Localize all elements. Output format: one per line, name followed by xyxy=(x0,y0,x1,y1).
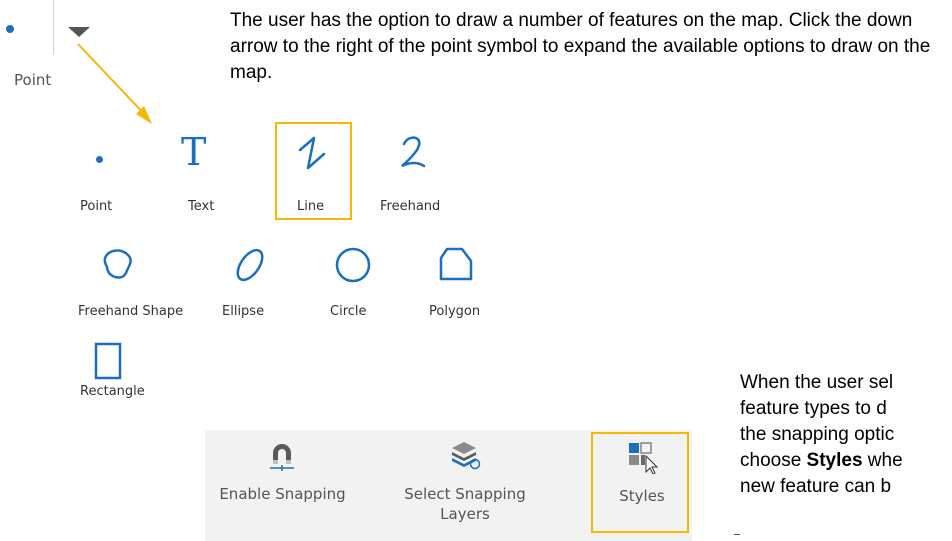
point-icon xyxy=(96,156,103,163)
tool-ellipse[interactable]: Ellipse xyxy=(220,245,290,325)
circle-icon xyxy=(333,245,373,285)
note-line: choose Styles whe xyxy=(740,448,952,474)
rectangle-icon xyxy=(94,342,122,380)
note-line: new feature can b xyxy=(740,476,892,497)
note-line: When the user sel xyxy=(740,372,894,393)
polygon-icon xyxy=(438,246,474,282)
tool-label: Circle xyxy=(330,304,367,319)
intro-text: The user has the option to draw a number… xyxy=(230,10,931,83)
tool-freehand[interactable]: Freehand xyxy=(378,130,468,220)
tool-rectangle[interactable]: Rectangle xyxy=(78,342,158,412)
line-icon xyxy=(294,134,330,174)
magnet-icon xyxy=(267,440,297,472)
layers-icon xyxy=(450,440,482,470)
note-line: the snapping optic xyxy=(740,424,895,445)
styles-icon xyxy=(628,442,658,474)
styles-emphasis: Styles xyxy=(806,450,863,471)
note-line: feature types to d xyxy=(740,398,887,419)
select-snapping-label-line1: Select Snapping xyxy=(404,485,526,503)
enable-snapping-label: Enable Snapping xyxy=(219,485,346,503)
enable-snapping-button[interactable]: Enable Snapping xyxy=(205,430,360,541)
text-icon: T xyxy=(181,130,207,174)
tool-text[interactable]: T Text xyxy=(172,130,232,220)
styles-button[interactable]: Styles xyxy=(591,432,689,533)
snapping-toolbar: Enable Snapping Select Snapping Layers S… xyxy=(205,430,692,541)
freehand-shape-icon xyxy=(100,245,136,281)
tool-label: Polygon xyxy=(429,304,481,319)
ellipse-icon xyxy=(230,245,270,285)
note-text-part: choose xyxy=(740,450,807,471)
tool-label: Ellipse xyxy=(222,304,265,319)
tool-polygon[interactable]: Polygon xyxy=(420,245,500,325)
note-text-part: whe xyxy=(862,450,903,471)
tool-circle[interactable]: Circle xyxy=(320,245,390,325)
tool-label: Rectangle xyxy=(80,384,145,399)
tool-label: Freehand Shape xyxy=(78,304,184,319)
styles-label: Styles xyxy=(619,487,665,505)
tool-freehand-shape[interactable]: Freehand Shape xyxy=(78,245,198,325)
freehand-icon xyxy=(394,132,434,172)
tool-label: Point xyxy=(80,199,113,214)
tool-label: Text xyxy=(188,199,215,214)
tool-point[interactable]: Point xyxy=(70,140,130,220)
text-cursor-mark xyxy=(734,534,740,535)
tool-label: Line xyxy=(297,199,325,214)
tool-label: Freehand xyxy=(380,199,441,214)
note-text: When the user sel feature types to d the… xyxy=(740,370,952,500)
select-snapping-layers-button[interactable]: Select Snapping Layers xyxy=(390,430,540,541)
tool-line[interactable]: Line xyxy=(275,122,352,220)
select-snapping-label-line2: Layers xyxy=(440,505,490,523)
